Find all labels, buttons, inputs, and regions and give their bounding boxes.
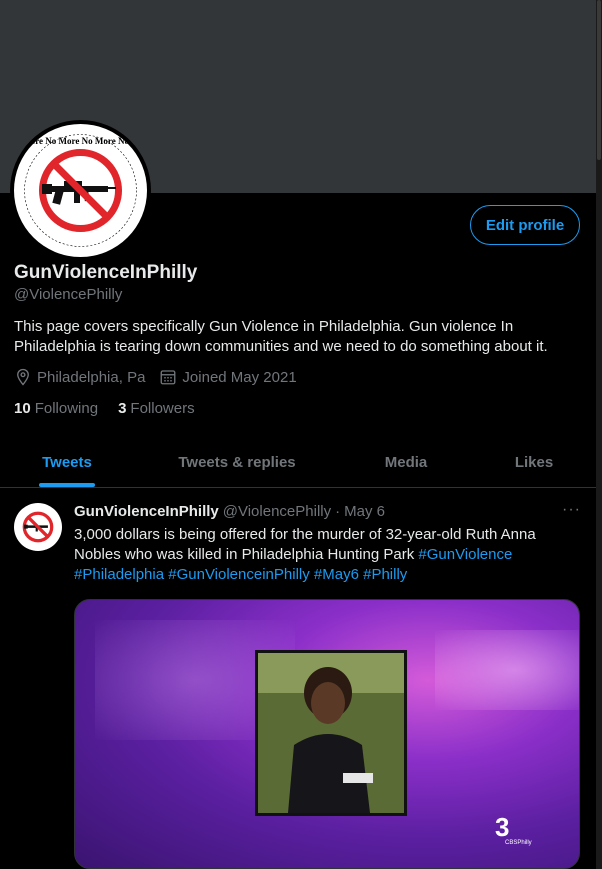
cbs-logo-sub: CBSPhilly <box>505 840 532 846</box>
following-count: 10 <box>14 400 31 417</box>
tab-media-label: Media <box>384 454 428 471</box>
active-tab-indicator <box>39 483 95 487</box>
tweet-header: GunViolenceInPhilly @ViolencePhilly · Ma… <box>74 503 385 520</box>
tab-tweets[interactable]: Tweets <box>0 438 134 487</box>
joined-date: Joined May 2021 <box>159 368 297 386</box>
tab-likes[interactable]: Likes <box>472 438 596 487</box>
profile-handle: @ViolencePhilly <box>14 286 123 303</box>
profile-meta: Philadelphia, Pa Joined May 2021 <box>14 368 311 386</box>
edit-profile-button[interactable]: Edit profile <box>470 205 580 245</box>
hashtag-link[interactable]: #GunViolenceinPhilly <box>168 566 309 583</box>
tab-media[interactable]: Media <box>340 438 472 487</box>
tweet[interactable]: GunViolenceInPhilly @ViolencePhilly · Ma… <box>0 489 596 869</box>
tweet-media-image[interactable]: 3 CBSPhilly <box>74 599 580 869</box>
no-guns-logo: No More No More No More No More No More … <box>14 124 147 257</box>
scrollbar-thumb[interactable] <box>597 0 601 160</box>
following-label: Following <box>34 400 99 417</box>
no-guns-icon: No More No More No More No More No More … <box>14 126 147 255</box>
hashtag-link[interactable]: #GunViolence <box>418 546 512 563</box>
followers-label: Followers <box>130 400 195 417</box>
tweet-author-name[interactable]: GunViolenceInPhilly <box>74 503 219 520</box>
location-pin-icon <box>17 368 29 386</box>
scrollbar[interactable] <box>596 0 602 869</box>
no-guns-icon <box>14 503 62 551</box>
followers-link[interactable]: 3 Followers <box>118 400 195 417</box>
tab-tweets-replies[interactable]: Tweets & replies <box>134 438 340 487</box>
more-options-icon[interactable]: ··· <box>562 501 581 519</box>
profile-tabs: Tweets Tweets & replies Media Likes <box>0 438 596 488</box>
profile-name: GunViolenceInPhilly <box>14 262 198 283</box>
cbs-logo: 3 <box>495 812 510 842</box>
hashtag-link[interactable]: #Philadelphia <box>74 566 164 583</box>
tweet-avatar[interactable] <box>14 503 62 551</box>
avatar-text: No More No More No More No More No More … <box>14 136 147 146</box>
victim-photo <box>255 650 407 816</box>
profile-bio: This page covers specifically Gun Violen… <box>14 318 548 355</box>
joined-label: Joined May 2021 <box>182 368 297 386</box>
tweet-text: 3,000 dollars is being offered for the m… <box>74 525 574 585</box>
calendar-icon <box>160 370 176 385</box>
tab-tweets-label: Tweets <box>42 454 92 471</box>
tab-tweets-replies-label: Tweets & replies <box>178 454 296 471</box>
followers-count: 3 <box>118 400 127 417</box>
separator-dot: · <box>335 503 341 520</box>
location-label: Philadelphia, Pa <box>37 368 146 386</box>
tweet-date[interactable]: May 6 <box>344 503 385 520</box>
tweet-author-handle[interactable]: @ViolencePhilly <box>223 503 331 520</box>
person-photo <box>258 653 404 813</box>
hashtag-link[interactable]: #May6 <box>314 566 359 583</box>
tab-likes-label: Likes <box>514 454 554 471</box>
location: Philadelphia, Pa <box>14 368 145 386</box>
following-link[interactable]: 10 Following <box>14 400 98 417</box>
media-blur <box>435 630 579 710</box>
hashtag-link[interactable]: #Philly <box>363 566 407 583</box>
follow-stats: 10 Following 3 Followers <box>14 400 215 417</box>
profile-avatar[interactable]: No More No More No More No More No More … <box>10 120 151 261</box>
